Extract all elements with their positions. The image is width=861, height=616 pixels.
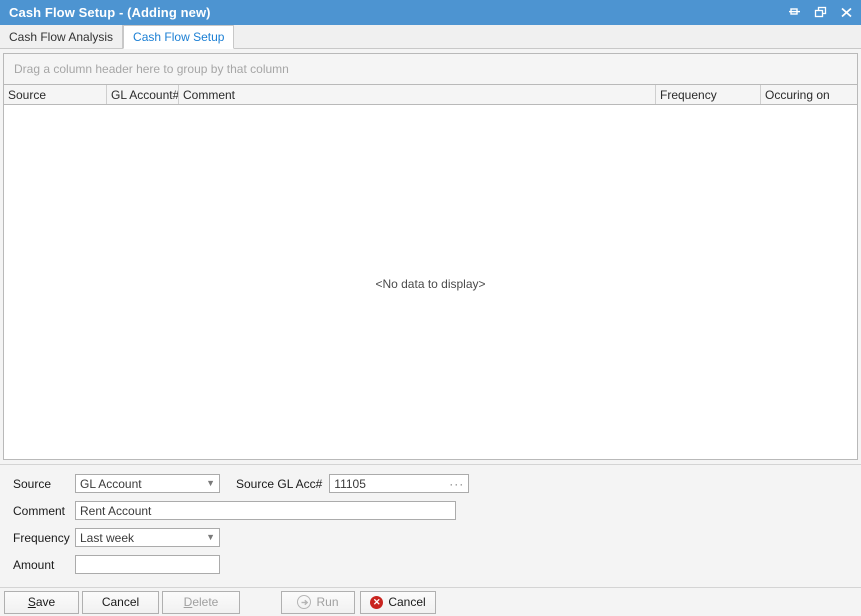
column-header-label: Source xyxy=(8,88,46,102)
column-header-label: Frequency xyxy=(660,88,717,102)
frequency-select-value: Last week xyxy=(80,531,134,545)
chevron-down-icon: ▼ xyxy=(206,533,215,542)
source-select[interactable]: GL Account ▼ xyxy=(75,474,220,493)
comment-label: Comment xyxy=(13,504,75,518)
cash-flow-grid: Drag a column header here to group by th… xyxy=(3,53,858,460)
grid-empty-message: <No data to display> xyxy=(4,277,857,291)
amount-label: Amount xyxy=(13,558,75,572)
delete-button-label: Delete xyxy=(184,595,219,609)
cancel-button[interactable]: Cancel xyxy=(82,591,159,614)
source-label: Source xyxy=(13,477,75,491)
column-header-comment[interactable]: Comment xyxy=(179,85,656,104)
source-gl-acc-label: Source GL Acc# xyxy=(236,477,322,491)
cancel-circle-icon: ✕ xyxy=(370,596,383,609)
amount-input[interactable] xyxy=(75,555,220,574)
grid-column-headers: Source GL Account# Comment Frequency Occ… xyxy=(4,85,857,105)
column-header-frequency[interactable]: Frequency xyxy=(656,85,761,104)
run-button-label: Run xyxy=(316,595,338,609)
field-row-comment: Comment Rent Account xyxy=(13,501,456,520)
tab-cash-flow-analysis[interactable]: Cash Flow Analysis xyxy=(0,25,123,48)
tab-label: Cash Flow Setup xyxy=(133,30,224,44)
window-titlebar[interactable]: Cash Flow Setup - (Adding new) xyxy=(0,0,861,25)
cancel-run-button[interactable]: ✕ Cancel xyxy=(360,591,436,614)
column-header-label: Comment xyxy=(183,88,235,102)
frequency-select[interactable]: Last week ▼ xyxy=(75,528,220,547)
run-icon xyxy=(297,595,311,609)
chevron-down-icon: ▼ xyxy=(206,479,215,488)
column-header-label: GL Account# xyxy=(111,88,179,102)
tab-strip: Cash Flow Analysis Cash Flow Setup xyxy=(0,25,861,49)
lookup-ellipsis-icon[interactable]: ··· xyxy=(449,478,464,490)
field-row-amount: Amount xyxy=(13,555,220,574)
group-by-hint: Drag a column header here to group by th… xyxy=(4,62,289,76)
frequency-label: Frequency xyxy=(13,531,75,545)
tab-cash-flow-setup[interactable]: Cash Flow Setup xyxy=(123,25,234,49)
grid-body: <No data to display> xyxy=(4,105,857,459)
field-row-source: Source GL Account ▼ Source GL Acc# 11105… xyxy=(13,474,469,493)
cash-flow-setup-window: Cash Flow Setup - (Adding new) xyxy=(0,0,861,616)
source-gl-acc-value: 11105 xyxy=(334,477,366,491)
column-header-occuring-on[interactable]: Occuring on xyxy=(761,85,857,104)
field-row-frequency: Frequency Last week ▼ xyxy=(13,528,220,547)
comment-input[interactable]: Rent Account xyxy=(75,501,456,520)
window-title: Cash Flow Setup - (Adding new) xyxy=(9,5,211,20)
save-button-label: Save xyxy=(28,595,55,609)
column-header-label: Occuring on xyxy=(765,88,830,102)
pin-icon[interactable] xyxy=(786,4,803,21)
save-button[interactable]: Save xyxy=(4,591,79,614)
record-editor-panel: Source GL Account ▼ Source GL Acc# 11105… xyxy=(0,464,861,587)
column-header-source[interactable]: Source xyxy=(4,85,107,104)
run-button[interactable]: Run xyxy=(281,591,355,614)
source-gl-acc-field[interactable]: 11105 ··· xyxy=(329,474,469,493)
cancel-button-label: Cancel xyxy=(102,595,139,609)
dialog-button-bar: Save Cancel Delete Run ✕ Cancel xyxy=(0,587,861,616)
tab-label: Cash Flow Analysis xyxy=(9,30,113,44)
delete-button[interactable]: Delete xyxy=(162,591,240,614)
source-select-value: GL Account xyxy=(80,477,142,491)
restore-icon[interactable] xyxy=(812,4,829,21)
window-controls xyxy=(786,0,855,25)
close-icon[interactable] xyxy=(838,4,855,21)
column-header-gl-account[interactable]: GL Account# xyxy=(107,85,179,104)
comment-value: Rent Account xyxy=(80,504,151,518)
cancel-run-button-label: Cancel xyxy=(388,595,425,609)
group-by-panel[interactable]: Drag a column header here to group by th… xyxy=(4,54,857,85)
